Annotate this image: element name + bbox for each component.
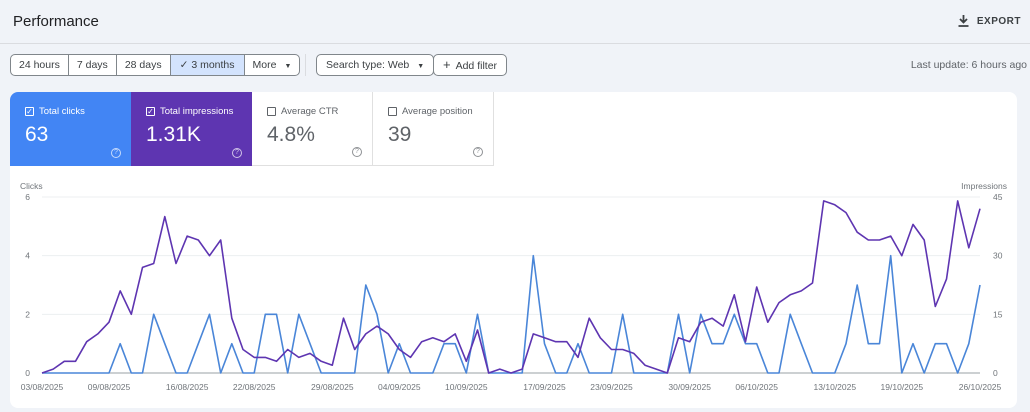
x-tick-label: 04/09/2025 bbox=[378, 382, 421, 392]
x-tick-label: 29/08/2025 bbox=[311, 382, 354, 392]
right-tick-label: 15 bbox=[993, 309, 1003, 319]
x-tick-label: 17/09/2025 bbox=[523, 382, 566, 392]
x-tick-label: 16/08/2025 bbox=[166, 382, 209, 392]
x-tick-label: 06/10/2025 bbox=[735, 382, 778, 392]
left-tick-label: 6 bbox=[25, 192, 30, 202]
right-tick-label: 45 bbox=[993, 192, 1003, 202]
left-tick-label: 2 bbox=[25, 309, 30, 319]
x-tick-label: 10/09/2025 bbox=[445, 382, 488, 392]
x-tick-label: 22/08/2025 bbox=[233, 382, 276, 392]
left-tick-label: 0 bbox=[25, 368, 30, 378]
x-tick-label: 26/10/2025 bbox=[959, 382, 1002, 392]
left-axis-label: Clicks bbox=[20, 181, 43, 191]
right-tick-label: 0 bbox=[993, 368, 998, 378]
right-axis-label: Impressions bbox=[961, 181, 1007, 191]
x-tick-label: 03/08/2025 bbox=[21, 382, 64, 392]
x-tick-label: 19/10/2025 bbox=[881, 382, 924, 392]
x-tick-label: 30/09/2025 bbox=[668, 382, 711, 392]
x-tick-label: 13/10/2025 bbox=[814, 382, 857, 392]
performance-chart: Clicks Impressions 0 0 2 15 4 30 6 45 03/08/2025… bbox=[20, 181, 1007, 392]
right-tick-label: 30 bbox=[993, 251, 1003, 261]
left-tick-label: 4 bbox=[25, 251, 30, 261]
impressions-series-line bbox=[41, 200, 981, 374]
x-tick-label: 09/08/2025 bbox=[88, 382, 131, 392]
x-tick-label: 23/09/2025 bbox=[590, 382, 633, 392]
